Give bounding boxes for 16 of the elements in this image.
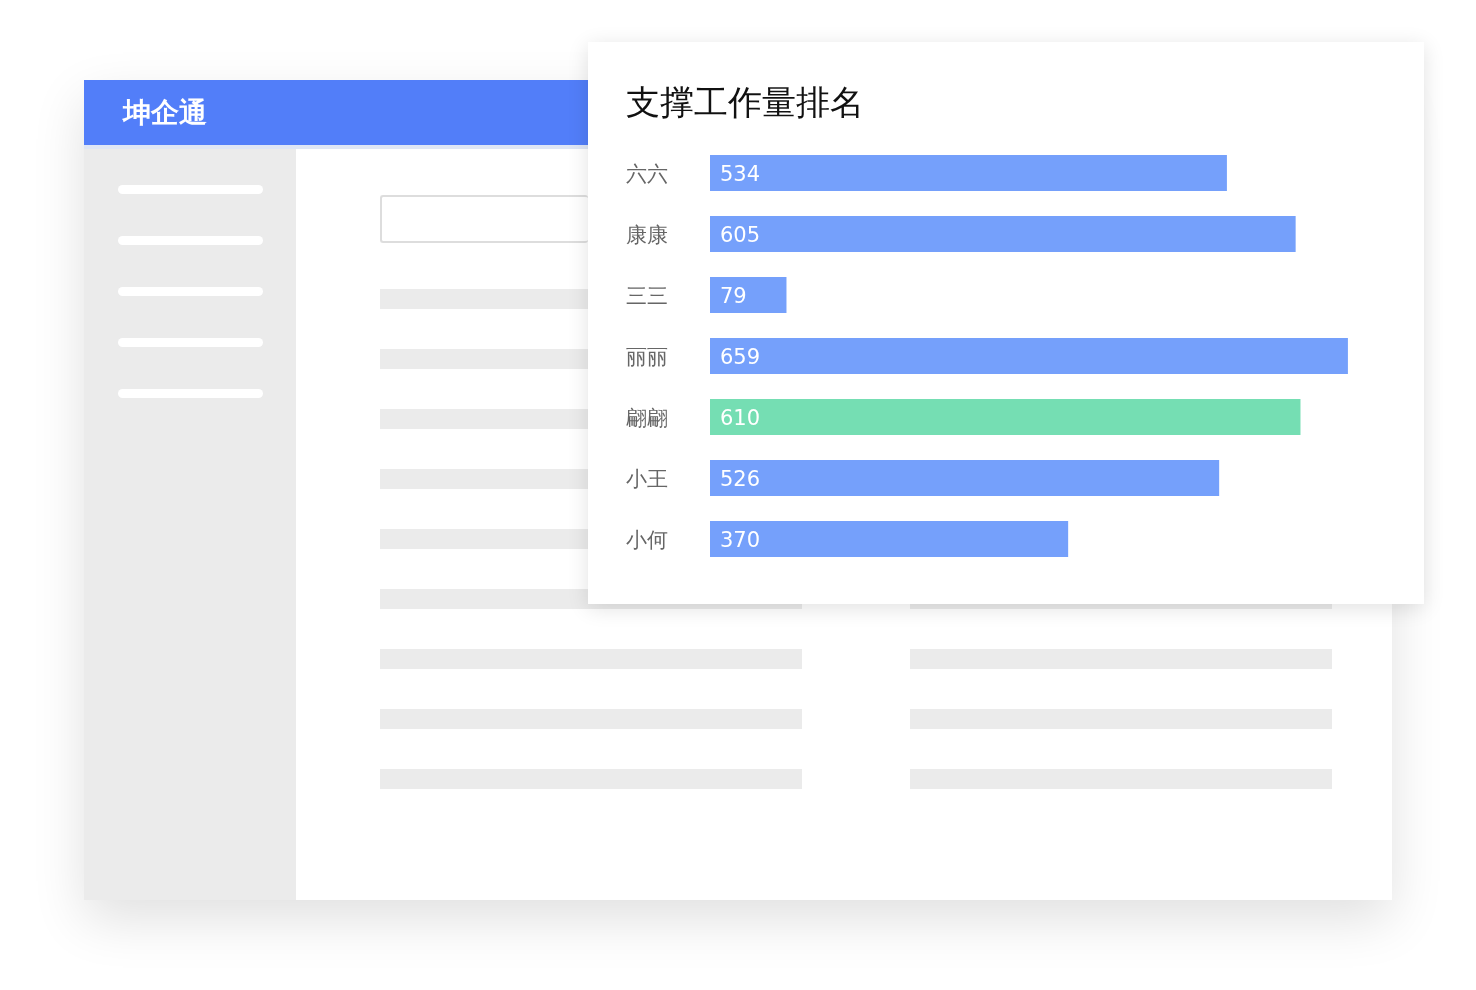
category-label: 六六: [626, 162, 668, 186]
category-label: 翩翩: [626, 406, 668, 430]
value-label: 534: [720, 162, 761, 186]
value-label: 659: [720, 345, 761, 369]
card-title: 支撑工作量排名: [626, 81, 864, 124]
value-label: 610: [720, 406, 761, 430]
value-label: 605: [720, 223, 761, 247]
category-label: 小王: [626, 467, 668, 491]
category-label: 三三: [626, 284, 668, 308]
input-field[interactable]: [380, 195, 588, 243]
value-label: 370: [720, 528, 761, 552]
value-label: 526: [720, 467, 761, 491]
category-label: 康康: [626, 223, 668, 247]
category-label: 丽丽: [626, 345, 668, 369]
category-label: 小何: [626, 528, 668, 552]
value-label: 79: [720, 284, 747, 308]
